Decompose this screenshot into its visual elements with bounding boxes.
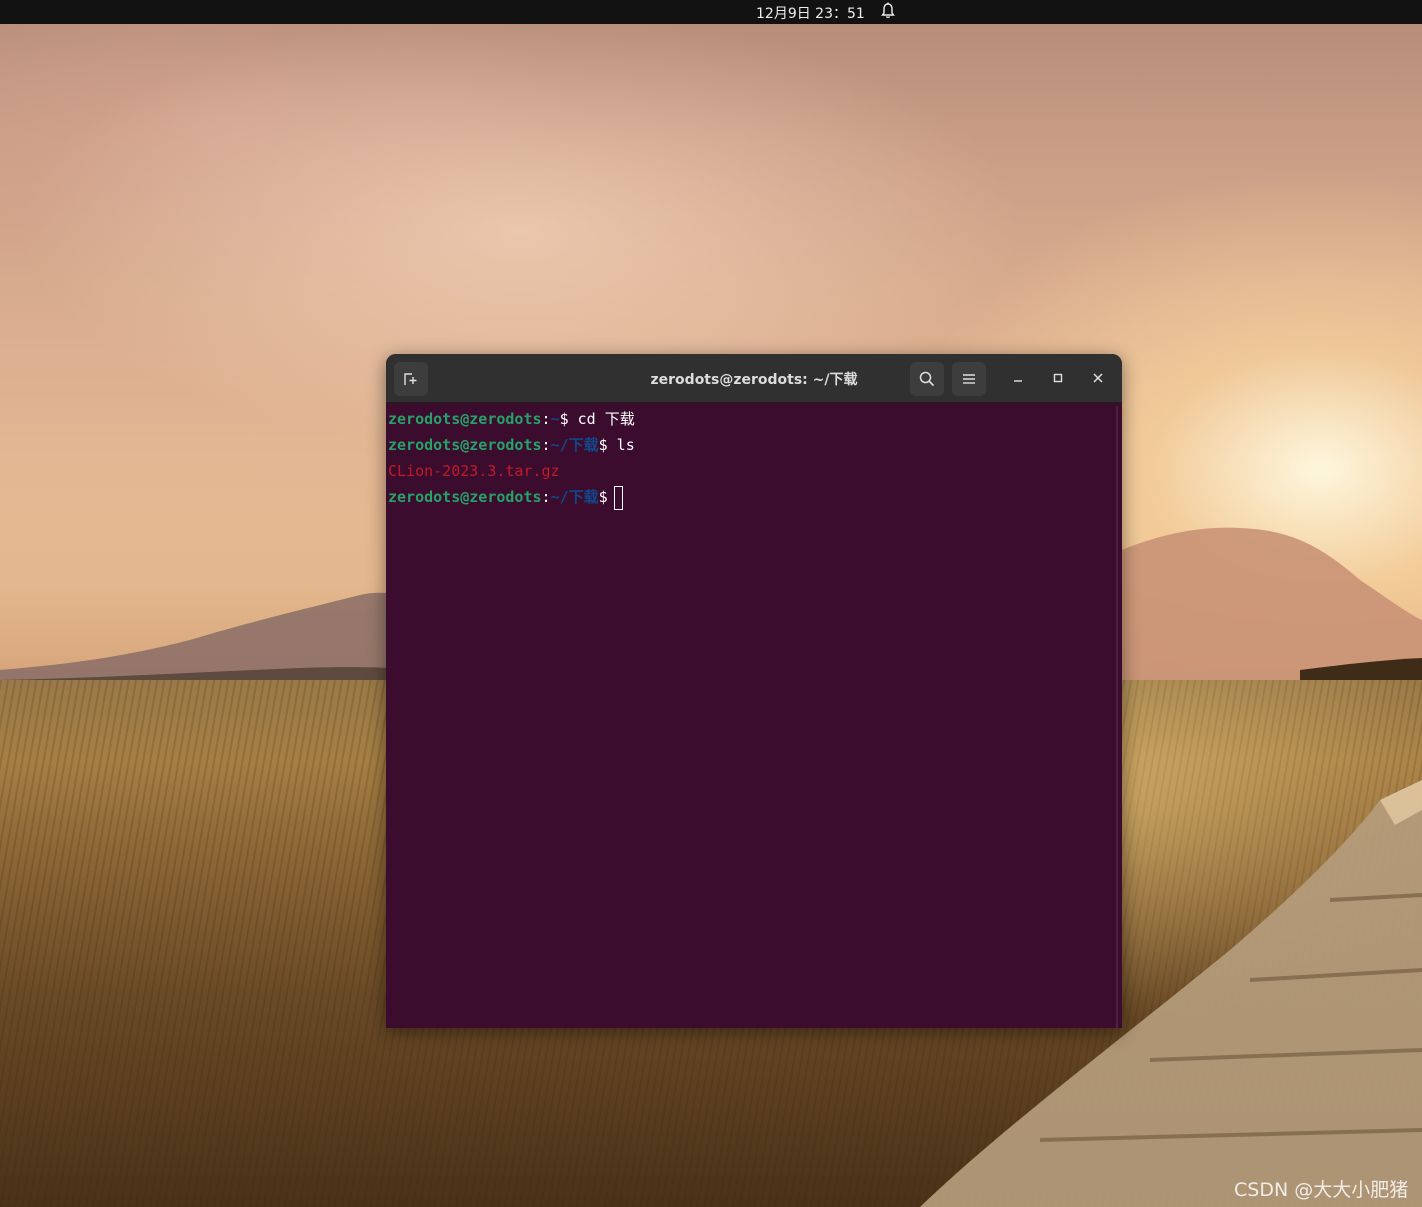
minimize-button[interactable]	[1006, 366, 1030, 390]
prompt-user: zerodots@zerodots	[388, 436, 542, 454]
search-icon	[919, 371, 935, 387]
terminal-titlebar[interactable]: zerodots@zerodots: ~/下载	[386, 354, 1122, 403]
wallpaper-mountain-right	[1100, 527, 1422, 700]
wallpaper-mountain-left	[0, 592, 420, 700]
command-text: $	[598, 488, 608, 506]
close-icon	[1093, 373, 1103, 383]
terminal-line: zerodots@zerodots:~$ cd 下载	[388, 406, 1112, 432]
terminal-cursor	[613, 485, 623, 510]
menu-button[interactable]	[952, 362, 986, 396]
watermark: CSDN @大大小肥猪	[1234, 1179, 1409, 1201]
minimize-icon	[1014, 380, 1022, 382]
terminal-line: zerodots@zerodots:~/下载$ ls	[388, 432, 1112, 458]
hamburger-menu-icon	[963, 374, 975, 384]
command-text: $ ls	[598, 436, 635, 454]
clock[interactable]: 12月9日 23：51	[756, 3, 865, 23]
terminal-line: zerodots@zerodots:~/下载$	[388, 484, 1112, 510]
bell-icon[interactable]	[880, 2, 896, 20]
terminal-window[interactable]: zerodots@zerodots: ~/下载 zerodots@zerodot…	[386, 354, 1122, 1028]
close-button[interactable]	[1086, 366, 1110, 390]
prompt-user: zerodots@zerodots	[388, 410, 542, 428]
prompt-path: ~	[550, 410, 560, 428]
terminal-scrollbar[interactable]	[1116, 406, 1118, 1028]
terminal-output[interactable]: zerodots@zerodots:~$ cd 下载 zerodots@zero…	[388, 406, 1112, 1028]
prompt-separator: :	[541, 488, 551, 506]
prompt-path: ~/下载	[550, 488, 599, 506]
search-button[interactable]	[910, 362, 944, 396]
maximize-icon	[1053, 373, 1063, 383]
prompt-separator: :	[541, 436, 551, 454]
terminal-line: CLion-2023.3.tar.gz	[388, 458, 1112, 484]
top-bar: 12月9日 23：51	[0, 0, 1422, 24]
prompt-path: ~/下载	[550, 436, 599, 454]
prompt-separator: :	[541, 410, 551, 428]
ls-output-file: CLion-2023.3.tar.gz	[388, 462, 560, 480]
maximize-button[interactable]	[1046, 366, 1070, 390]
desktop-wallpaper: 12月9日 23：51 zerodots@zerodots: ~/下载 zero…	[0, 0, 1422, 1207]
prompt-user: zerodots@zerodots	[388, 488, 542, 506]
command-text: $ cd 下载	[559, 410, 635, 428]
